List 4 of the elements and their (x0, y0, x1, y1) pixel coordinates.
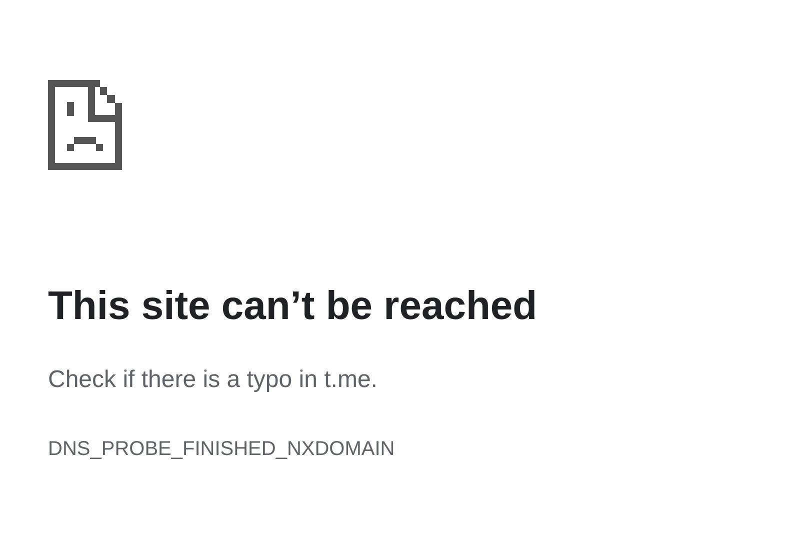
error-code: DNS_PROBE_FINISHED_NXDOMAIN (48, 437, 396, 462)
sad-page-icon (48, 80, 122, 170)
error-message: Check if there is a typo in t.me. (48, 365, 378, 395)
error-heading: This site can’t be reached (48, 283, 538, 330)
